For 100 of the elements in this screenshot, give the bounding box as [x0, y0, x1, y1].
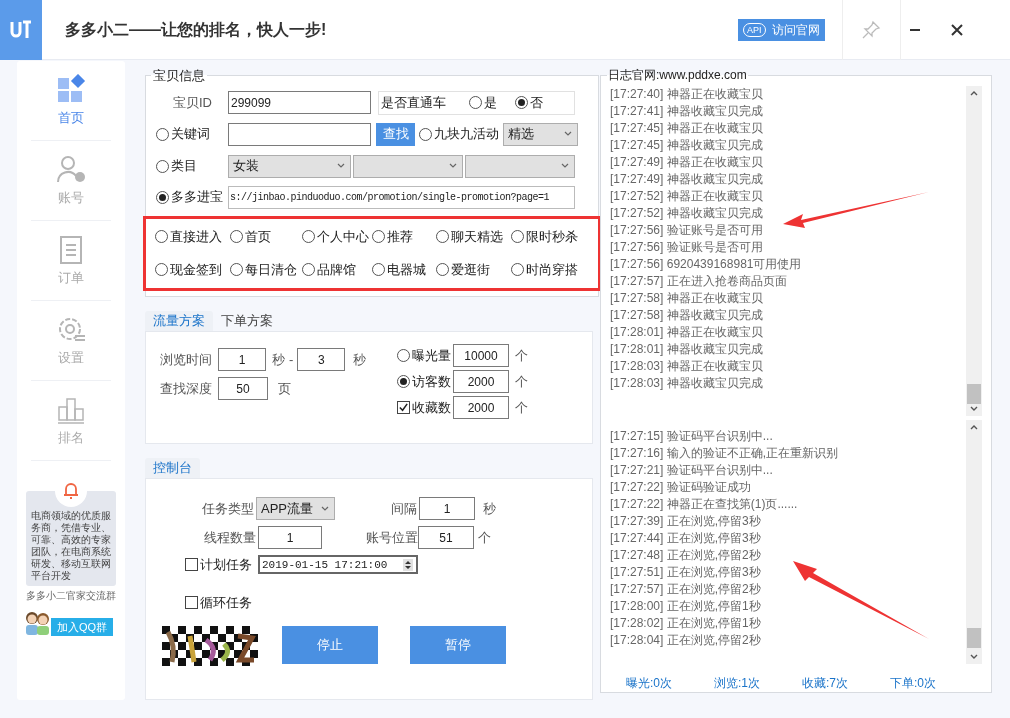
- radio-label: 品牌馆: [317, 261, 356, 279]
- log-line: [17:27:48] 正在浏览,停留2秒: [610, 547, 762, 564]
- field-label: 线程数量: [203, 528, 257, 547]
- url-field[interactable]: s://jinbao.pinduoduo.com/promotion/single-promotion?page=1: [228, 185, 575, 209]
- radio-label: 曝光量: [412, 346, 451, 365]
- group-title: 宝贝信息: [152, 67, 206, 85]
- scroll-thumb[interactable]: [967, 384, 981, 404]
- log-line: [17:28:03] 神器正在收藏宝贝: [610, 358, 764, 375]
- log-line: [17:27:22] 神器正在查找第(1)页......: [610, 496, 799, 513]
- radio-label: 聊天精选: [451, 227, 503, 246]
- dropdown[interactable]: 女装: [228, 154, 351, 178]
- input-field[interactable]: 51: [418, 526, 474, 549]
- option-label: 是否直通车: [381, 93, 447, 112]
- checkbox-label: 收藏数: [412, 398, 451, 417]
- unit-label: 个: [515, 398, 528, 417]
- log-line: [17:28:02] 正在浏览,停留1秒: [610, 615, 762, 632]
- tab[interactable]: 流量方案: [145, 311, 213, 331]
- notice-text: 电商领域的优质服务商，凭借专业、可靠、高效的专家团队，在电商系统研发、移动互联网平台开发: [30, 510, 112, 582]
- tab[interactable]: 控制台: [145, 458, 200, 478]
- log-line: [17:27:45] 神器正在收藏宝贝: [610, 120, 764, 137]
- stat-label: 下单:0次: [890, 675, 937, 692]
- input-field[interactable]: [228, 122, 371, 146]
- log-line: [17:27:44] 正在浏览,停留3秒: [610, 530, 762, 547]
- user-icon: [56, 153, 86, 184]
- stat-label: 浏览:1次: [714, 675, 761, 692]
- unit-label: 个: [515, 346, 528, 365]
- field-label: 任务类型: [201, 499, 255, 518]
- radio-label: 否: [530, 93, 543, 112]
- radio-label: 关键词: [171, 125, 210, 144]
- checkbox[interactable]: [185, 558, 198, 572]
- log-line: [17:28:03] 神器收藏宝贝完成: [610, 375, 764, 392]
- checkbox-label: 计划任务: [200, 556, 252, 574]
- log-line: [17:27:52] 神器收藏宝贝完成: [610, 205, 764, 222]
- close-icon[interactable]: [950, 23, 963, 36]
- radio-label: 首页: [245, 227, 271, 246]
- input-field[interactable]: 1: [419, 497, 475, 520]
- input-field[interactable]: 2000: [453, 396, 509, 419]
- unit-label: 秒: [483, 499, 496, 518]
- field-label: 账号位置: [365, 528, 418, 547]
- input-field[interactable]: 3: [297, 348, 346, 371]
- log-line: [17:27:40] 神器正在收藏宝贝: [610, 86, 764, 103]
- radio-label: 推荐: [387, 227, 413, 246]
- log-line: [17:28:01] 神器收藏宝贝完成: [610, 341, 764, 358]
- input-field[interactable]: 1: [258, 526, 322, 549]
- unit-label: 个: [478, 528, 491, 547]
- log-line: [17:27:52] 神器正在收藏宝贝: [610, 188, 764, 205]
- input-field[interactable]: 10000: [453, 344, 509, 367]
- radio-label: 访客数: [412, 372, 451, 391]
- log-line: [17:27:21] 验证码平台识别中...: [610, 462, 774, 479]
- input-field[interactable]: 1: [218, 348, 266, 371]
- tab[interactable]: 下单方案: [213, 311, 281, 331]
- log-line: [17:27:39] 正在浏览,停留3秒: [610, 513, 762, 530]
- log-line: [17:27:45] 神器收藏宝贝完成: [610, 137, 764, 154]
- log-line: [17:27:22] 验证码验证成功: [610, 479, 752, 496]
- unit-label: 页: [278, 379, 291, 398]
- log-line: [17:27:56] 6920439168981可用使用: [610, 256, 803, 273]
- log-line: [17:27:41] 神器收藏宝贝完成: [610, 103, 764, 120]
- sidebar-item[interactable]: 首页: [31, 61, 111, 141]
- log-line: [17:28:04] 正在浏览,停留2秒: [610, 632, 762, 649]
- checkbox[interactable]: [397, 401, 410, 414]
- spinner-icon[interactable]: [403, 558, 413, 571]
- log-line: [17:27:16] 输入的验证不正确,正在重新识别: [610, 445, 840, 462]
- log-line: [17:27:58] 神器收藏宝贝完成: [610, 307, 764, 324]
- radio-circle[interactable]: [397, 375, 410, 388]
- unit-label: 个: [515, 372, 528, 391]
- dropdown[interactable]: 精选: [503, 122, 578, 146]
- radio-circle[interactable]: [156, 190, 169, 204]
- radio-label: 限时秒杀: [526, 227, 578, 246]
- log-line: [17:28:00] 正在浏览,停留1秒: [610, 598, 762, 615]
- log-line: [17:27:56] 验证账号是否可用: [610, 239, 764, 256]
- radio-label: 每日清仓: [245, 261, 297, 279]
- scroll-thumb[interactable]: [967, 628, 981, 648]
- radio-circle[interactable]: [515, 96, 528, 109]
- radio-label: 是: [484, 93, 497, 112]
- checkbox-label: 循环任务: [200, 593, 252, 612]
- log-line: [17:28:01] 神器正在收藏宝贝: [610, 324, 764, 341]
- stat-label: 收藏:7次: [802, 675, 849, 692]
- log-line: [17:27:49] 神器收藏宝贝完成: [610, 171, 764, 188]
- field-label: 查找深度: [160, 379, 213, 398]
- scrollbar[interactable]: [966, 420, 982, 664]
- datetime-field[interactable]: 2019-01-15 17:21:00: [258, 555, 418, 575]
- radio-label: 九块九活动: [434, 125, 499, 144]
- group-title: 日志官网:www.pddxe.com: [607, 67, 748, 84]
- log-line: [17:27:57] 正在进入抢卷商品页面: [610, 273, 788, 290]
- radio-label: 现金签到: [170, 261, 222, 279]
- input-field[interactable]: 299099: [228, 91, 371, 114]
- field-label: 宝贝ID: [172, 93, 213, 112]
- input-field[interactable]: 50: [218, 377, 268, 400]
- log-line: [17:27:51] 正在浏览,停留3秒: [610, 564, 762, 581]
- scrollbar[interactable]: [966, 86, 982, 416]
- field-label: 间隔: [390, 499, 418, 518]
- radio-label: 爱逛街: [451, 261, 490, 279]
- checkbox[interactable]: [185, 595, 198, 609]
- input-field[interactable]: 2000: [453, 370, 509, 393]
- radio-label: 直接进入: [170, 227, 222, 246]
- dropdown[interactable]: APP流量: [256, 497, 335, 520]
- banner-caption: 多多小二官家交流群: [26, 590, 116, 602]
- radio-label: 电器城: [387, 261, 426, 279]
- field-label: 浏览时间: [160, 350, 213, 369]
- stat-label: 曝光:0次: [626, 675, 673, 692]
